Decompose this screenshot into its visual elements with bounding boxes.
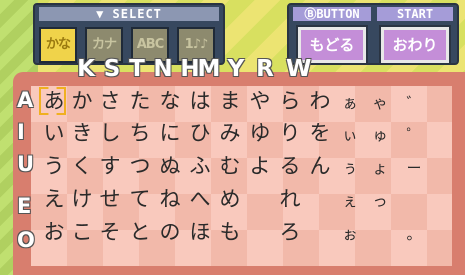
kana-key[interactable]: ー (398, 150, 430, 182)
kana-key[interactable]: り (274, 117, 306, 149)
end-button[interactable]: おわり (379, 25, 451, 65)
kana-key[interactable]: ょ (364, 150, 396, 182)
kana-key[interactable]: み (214, 117, 246, 149)
kana-key[interactable]: ゛ (398, 85, 430, 117)
kana-key[interactable]: ゜ (398, 117, 430, 149)
kana-key[interactable]: め (214, 183, 246, 215)
kana-key[interactable]: て (124, 183, 156, 215)
kana-key[interactable]: 。 (398, 216, 430, 248)
vowel-label-u: U (17, 152, 35, 176)
vowel-label-o: O (17, 228, 35, 252)
kana-key[interactable]: せ (94, 183, 126, 215)
kana-key[interactable]: ぁ (334, 85, 366, 117)
kana-key[interactable]: や (244, 85, 276, 117)
consonant-label-n: N (153, 56, 173, 82)
kana-key[interactable]: ゆ (244, 117, 276, 149)
start-header: START (377, 7, 453, 21)
kana-key[interactable]: れ (274, 183, 306, 215)
kana-key[interactable]: と (124, 216, 156, 248)
consonant-label-t: T (129, 56, 145, 82)
select-header: ▼ SELECT (39, 7, 219, 21)
kana-key[interactable]: た (124, 85, 156, 117)
vowel-label-e: E (17, 194, 32, 218)
kana-key[interactable]: に (154, 117, 186, 149)
button-panel: ⒷBUTTON START もどる おわり (287, 3, 459, 65)
kana-key[interactable]: ね (154, 183, 186, 215)
consonant-label-r: R (256, 56, 274, 82)
kana-key[interactable]: ら (274, 85, 306, 117)
consonant-label-k: K (77, 56, 95, 82)
kana-key[interactable]: ふ (184, 150, 216, 182)
kana-key[interactable]: ま (214, 85, 246, 117)
kana-key[interactable]: ろ (274, 216, 306, 248)
kana-key[interactable]: し (94, 117, 126, 149)
vowel-label-i: I (17, 120, 25, 144)
kana-key[interactable]: よ (244, 150, 276, 182)
kana-key[interactable]: ほ (184, 216, 216, 248)
kana-key[interactable]: を (304, 117, 336, 149)
mode-hiragana-button[interactable]: かな (39, 27, 77, 63)
kana-key[interactable]: へ (184, 183, 216, 215)
b-button-header: ⒷBUTTON (293, 7, 371, 21)
kana-key[interactable]: ひ (184, 117, 216, 149)
kana-key[interactable]: ぬ (154, 150, 186, 182)
kana-key[interactable]: そ (94, 216, 126, 248)
consonant-label-s: S (103, 56, 121, 82)
kana-key[interactable]: ぇ (334, 183, 366, 215)
kana-key[interactable]: ち (124, 117, 156, 149)
kana-key[interactable]: は (184, 85, 216, 117)
kana-key[interactable]: す (94, 150, 126, 182)
kana-key[interactable]: さ (94, 85, 126, 117)
kana-key[interactable]: な (154, 85, 186, 117)
kana-key[interactable]: ゃ (364, 85, 396, 117)
kana-key[interactable]: も (214, 216, 246, 248)
kana-key[interactable]: の (154, 216, 186, 248)
kana-key[interactable]: っ (364, 183, 396, 215)
kana-key[interactable]: ぅ (334, 150, 366, 182)
consonant-label-w: W (286, 56, 312, 82)
kana-key[interactable]: ぉ (334, 216, 366, 248)
kana-key[interactable]: ゅ (364, 117, 396, 149)
kana-key[interactable]: ん (304, 150, 336, 182)
kana-key[interactable]: ぃ (334, 117, 366, 149)
kana-key[interactable]: る (274, 150, 306, 182)
consonant-label-y: Y (227, 56, 245, 82)
kana-key[interactable]: つ (124, 150, 156, 182)
consonant-label-m: M (197, 56, 221, 82)
kana-key[interactable]: わ (304, 85, 336, 117)
kana-key[interactable]: む (214, 150, 246, 182)
vowel-label-a: A (17, 88, 34, 112)
